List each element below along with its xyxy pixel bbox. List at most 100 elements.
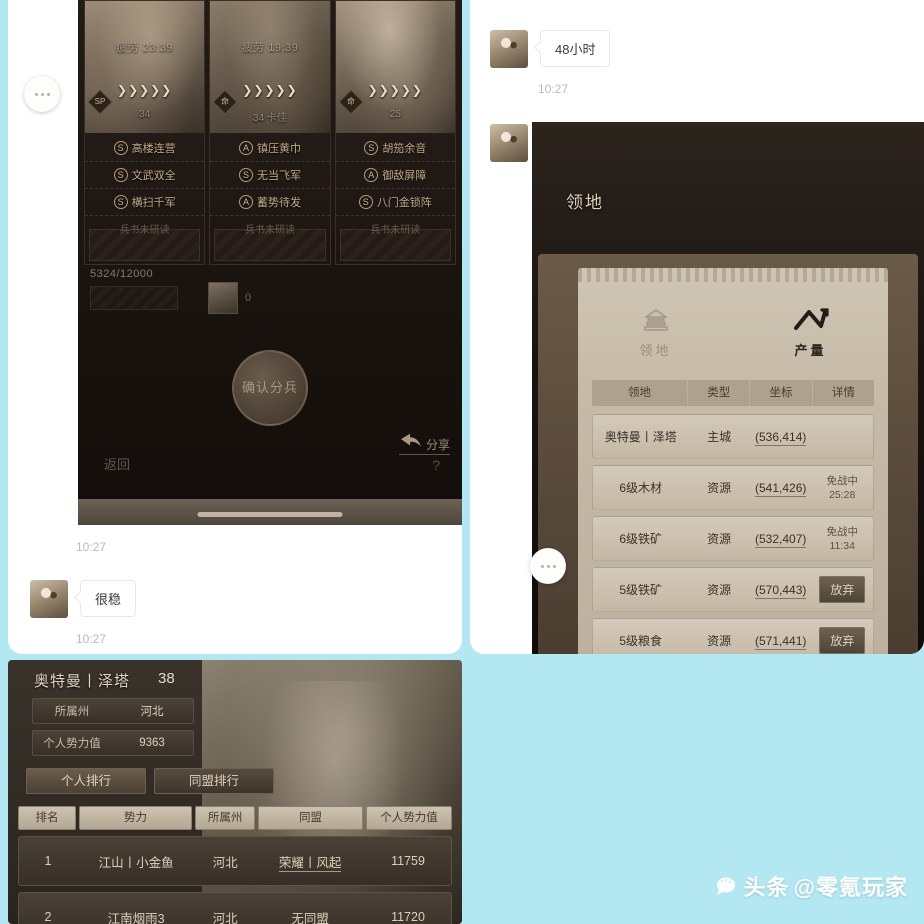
more-options-button[interactable] [24, 76, 60, 112]
skill-rank-badge: S [113, 195, 128, 209]
rank-province: 河北 [212, 911, 238, 924]
troop-number-label: 0 [245, 292, 252, 304]
column-header: 同盟 [258, 806, 363, 830]
dot-icon [46, 92, 50, 96]
hero-level: 25 [389, 109, 401, 120]
message-bubble[interactable]: 很稳 [80, 580, 137, 617]
player-ranking-panel: 奥特曼丨泽塔 38 所属州 河北 个人势力值 9363 个人排行 同盟排行 排名… [8, 660, 462, 924]
abandon-button[interactable]: 放弃 [819, 627, 866, 654]
tab-label: 产量 [794, 343, 827, 358]
troop-strength-bar: 5324/12000 0 [90, 268, 452, 322]
share-button[interactable]: 分享 [398, 430, 450, 455]
table-row[interactable]: 6级铁矿 资源 (532,407) 免战中 11:34 [592, 516, 874, 561]
skill-row[interactable]: S 高楼连营 [85, 135, 205, 162]
skill-row[interactable]: S 文武双全 [85, 162, 205, 189]
skill-name: 文武双全 [131, 170, 176, 182]
territory-name: 5级铁矿 [619, 583, 663, 597]
building-icon [578, 302, 733, 340]
avatar[interactable] [490, 124, 528, 162]
avatar[interactable] [490, 30, 528, 68]
table-row[interactable]: 奥特曼丨泽塔 主城 (536,414) [592, 414, 874, 459]
skill-name: 蓄势待发 [256, 197, 301, 209]
territory-coord: (536,414) [750, 429, 812, 446]
hero-card[interactable]: 疲劳 23:39 ❯❯❯❯❯ SP 34 S 高楼连营 S 文武双全 S 横扫千… [84, 0, 206, 265]
skill-name: 八门金锁阵 [376, 197, 432, 209]
hero-card[interactable]: ❯❯❯❯❯ 命 25 S 胡笳余音 A 御敌屏障 S 八门金锁阵 [334, 0, 456, 265]
tab-personal-ranking[interactable]: 个人排行 [26, 768, 146, 794]
skill-name: 镇压黄巾 [256, 143, 301, 155]
troop-hero-thumb[interactable] [208, 282, 238, 314]
tab-production[interactable]: 产量 [733, 302, 888, 372]
table-row[interactable]: 6级木材 资源 (541,426) 免战中 25:28 [592, 465, 874, 510]
watermark-handle: @零氪玩家 [793, 875, 908, 900]
skill-row[interactable]: S 八门金锁阵 [335, 189, 455, 216]
field-key: 个人势力值 [43, 738, 101, 750]
right-chat-panel: 48小时 10:27 领地 领地 产量 领地 类型 坐标 详情 奥特曼丨泽塔 主… [470, 0, 924, 654]
dot-icon [540, 564, 544, 568]
dot-icon [552, 564, 556, 568]
chat-image-message-territory[interactable]: 领地 领地 产量 领地 类型 坐标 详情 奥特曼丨泽塔 主城 (536,414)… [532, 122, 924, 654]
equipment-slots[interactable] [339, 229, 451, 261]
rank-power-value: 11759 [391, 854, 425, 868]
territory-name: 奥特曼丨泽塔 [604, 430, 677, 444]
table-row[interactable]: 5级粮食 资源 (571,441) 放弃 [592, 618, 874, 654]
alliance-name: 荣耀丨风起 [278, 855, 342, 872]
more-options-button[interactable] [530, 548, 566, 584]
column-header: 个人势力值 [366, 806, 452, 830]
chat-message-row: 48小时 [490, 30, 611, 68]
territory-table-header: 领地 类型 坐标 详情 [592, 380, 874, 406]
skill-rank-badge: S [358, 195, 373, 209]
territory-table-body: 奥特曼丨泽塔 主城 (536,414) 6级木材 资源 (541,426) 免战… [592, 414, 874, 654]
dot-icon [34, 92, 38, 96]
abandon-button[interactable]: 放弃 [819, 576, 866, 603]
skill-name: 横扫千军 [131, 197, 176, 209]
equipment-slots[interactable] [89, 229, 201, 261]
skill-row[interactable]: A 镇压黄巾 [210, 135, 330, 162]
fatigue-label: 疲劳 19:39 [241, 42, 299, 54]
skill-list: A 镇压黄巾 S 无当飞军 A 蓄势待发 兵书未研读 [210, 135, 330, 240]
phone-home-indicator [78, 499, 462, 525]
troop-slot[interactable] [90, 286, 178, 310]
info-field-power: 个人势力值 9363 [32, 730, 194, 756]
hero-level: 34 卡佳 [253, 113, 287, 124]
avatar[interactable] [30, 580, 68, 618]
share-icon [400, 433, 421, 447]
tab-alliance-ranking[interactable]: 同盟排行 [154, 768, 274, 794]
territory-coord: (541,426) [750, 480, 812, 497]
skill-row[interactable]: A 御敌屏障 [335, 162, 455, 189]
table-row[interactable]: 5级铁矿 资源 (570,443) 放弃 [592, 567, 874, 612]
message-bubble[interactable]: 48小时 [540, 30, 611, 67]
field-key: 所属州 [54, 706, 90, 718]
skill-name: 胡笳余音 [382, 143, 427, 155]
territory-detail: 免战中 11:34 [811, 525, 873, 553]
territory-type: 资源 [707, 634, 732, 648]
territory-panel-frame: 领地 产量 领地 类型 坐标 详情 奥特曼丨泽塔 主城 (536,414) 6级… [538, 254, 918, 654]
confirm-split-troops-button[interactable]: 确认分兵 [232, 350, 308, 426]
skill-rank-badge: S [364, 141, 379, 155]
skill-name: 御敌屏障 [382, 170, 427, 182]
hero-card[interactable]: 疲劳 19:39 ❯❯❯❯❯ 命 34 卡佳 A 镇压黄巾 S 无当飞军 A 蓄… [209, 0, 331, 265]
fatigue-label: 疲劳 23:39 [116, 42, 173, 54]
chat-image-message-game[interactable]: 疲劳 23:39 ❯❯❯❯❯ SP 34 S 高楼连营 S 文武双全 S 横扫千… [70, 0, 462, 525]
skill-row[interactable]: A 蓄势待发 [210, 189, 330, 216]
table-row[interactable]: 1 江山丨小金鱼 河北 荣耀丨风起 11759 [18, 836, 452, 886]
territory-name: 6级铁矿 [619, 532, 663, 546]
skill-list: S 胡笳余音 A 御敌屏障 S 八门金锁阵 兵书未研读 [335, 135, 455, 240]
truce-status: 免战中 [826, 474, 858, 487]
skill-row[interactable]: S 横扫千军 [85, 189, 205, 216]
share-label: 分享 [425, 438, 450, 452]
message-text: 48小时 [555, 42, 596, 57]
column-header: 势力 [79, 806, 193, 830]
help-icon[interactable]: ? [432, 457, 440, 473]
tab-territory[interactable]: 领地 [578, 302, 733, 372]
ranking-table-header: 排名 势力 所属州 同盟 个人势力值 [18, 806, 452, 830]
equipment-slots[interactable] [214, 229, 326, 261]
player-name: 奥特曼丨泽塔 [34, 673, 131, 690]
skill-row[interactable]: S 无当飞军 [210, 162, 330, 189]
back-button[interactable]: 返回 [104, 454, 130, 473]
message-timestamp: 10:27 [538, 82, 569, 96]
info-field-province: 所属州 河北 [32, 698, 194, 724]
skill-row[interactable]: S 胡笳余音 [335, 135, 455, 162]
column-header: 所属州 [195, 806, 256, 830]
table-row[interactable]: 2 江南烟雨3 河北 无同盟 11720 [18, 892, 452, 924]
